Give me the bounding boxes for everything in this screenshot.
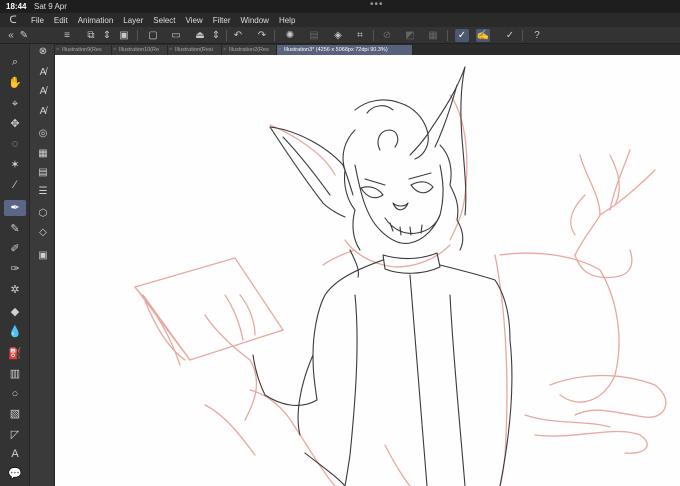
eraser-icon[interactable]: ◆ xyxy=(4,304,26,320)
menu-help[interactable]: Help xyxy=(274,16,300,25)
help-icon[interactable]: ? xyxy=(530,29,544,42)
redo-icon[interactable]: ↷ xyxy=(255,29,269,42)
layer-stack-icon[interactable]: ◇ xyxy=(34,225,52,241)
close-icon[interactable]: × xyxy=(278,45,281,55)
open-folder-icon[interactable]: ▭ xyxy=(169,29,183,42)
pen-indicator-icon: ✎ xyxy=(19,30,29,41)
deselect-icon[interactable]: ⊘ xyxy=(380,29,394,42)
ruler-tool-icon[interactable]: ◸ xyxy=(4,427,26,443)
menu-filter[interactable]: Filter xyxy=(208,16,236,25)
move-icon[interactable]: ✥ xyxy=(4,116,26,132)
close-icon[interactable]: × xyxy=(113,45,116,55)
command-bar: « ✎ ≡ ⧉ ⇕ ▣ ▢ ▭ ⏏ ⇕ ↶ ↷ ✺ ▤ ◈ ⌗ ⊘ ◩ ▦ ✓ … xyxy=(0,27,680,44)
crop-icon[interactable]: ⌗ xyxy=(353,29,367,42)
chevrons-icon[interactable]: ⇕ xyxy=(209,29,223,42)
layer-icon[interactable]: ▦ xyxy=(34,146,52,162)
selection-icon[interactable]: ▦ xyxy=(426,29,440,42)
pen-tool-icon[interactable]: ✒ xyxy=(4,200,26,216)
airbrush-icon[interactable]: ✑ xyxy=(4,261,26,277)
new-canvas-icon[interactable]: ⧉ xyxy=(84,29,98,42)
drawing-canvas[interactable] xyxy=(55,55,680,486)
pen-sub-icon-2[interactable]: A̸ xyxy=(34,84,52,100)
undo-icon[interactable]: ↶ xyxy=(231,29,245,42)
menu-window[interactable]: Window xyxy=(236,16,274,25)
new-file-icon[interactable]: ▢ xyxy=(146,29,160,42)
clear-icon[interactable]: ▤ xyxy=(307,29,321,42)
tab-illustration3[interactable]: × Illustration3* (4256 x 5068px 72dpi 90.… xyxy=(277,45,413,55)
stroke-smooth-icon[interactable]: ✍ xyxy=(476,29,490,42)
decoration-icon[interactable]: ✲ xyxy=(4,282,26,298)
lasso-icon[interactable]: ◌ xyxy=(4,136,26,152)
tab-illustration9[interactable]: × Illustration9(Res xyxy=(55,45,112,55)
eyedropper-icon[interactable]: ⁄ xyxy=(4,177,26,193)
text-icon[interactable]: A xyxy=(4,446,26,462)
material-icon[interactable]: ☰ xyxy=(34,184,52,200)
tab-illustration[interactable]: × Illustration(Resi xyxy=(168,45,222,55)
stroke-correction-icon[interactable]: ✓ xyxy=(455,29,469,42)
tab-illustration10[interactable]: × Illustration10(Re xyxy=(112,45,168,55)
menu-edit[interactable]: Edit xyxy=(49,16,73,25)
close-icon[interactable]: × xyxy=(56,45,59,55)
pencil-icon[interactable]: ✎ xyxy=(4,221,26,237)
lineart-layer xyxy=(252,66,513,486)
date: Sat 9 Apr xyxy=(34,2,67,11)
clock: 18:44 xyxy=(6,2,27,11)
ruler-icon[interactable]: ✓ xyxy=(503,29,517,42)
close-icon[interactable]: × xyxy=(169,45,172,55)
layer-property-icon[interactable]: ◎ xyxy=(34,126,52,142)
invert-icon[interactable]: ◩ xyxy=(403,29,417,42)
figure-icon[interactable]: ○ xyxy=(4,386,26,402)
spinner-icon[interactable]: ✺ xyxy=(283,29,297,42)
gallery-icon[interactable]: ▣ xyxy=(117,29,131,42)
hand-icon[interactable]: ✋ xyxy=(4,75,26,91)
tool-palette: ⌕ ✋ ⌖ ✥ ◌ ✶ ⁄ ✒ ✎ ✐ ✑ ✲ ◆ 💧 ⛽ ▥ ○ ▧ ◸ A … xyxy=(0,44,30,486)
balloon-icon[interactable]: 💬 xyxy=(4,466,26,482)
panel-toggle-icon[interactable]: « xyxy=(4,29,18,42)
history-icon[interactable]: ▣ xyxy=(34,248,52,264)
3d-icon[interactable]: ⬡ xyxy=(34,206,52,222)
sub-tool-menu-icon[interactable]: ⊗ xyxy=(34,44,52,60)
document-tabs: × Illustration9(Res × Illustration10(Re × I… xyxy=(55,44,680,55)
status-bar: 18:44 Sat 9 Apr ••• xyxy=(0,0,680,13)
gradient-icon[interactable]: ▥ xyxy=(4,366,26,382)
sub-tool-palette: ⊗ A̸ A̸ A̸ ◎ ▦ ▤ ☰ ⬡ ◇ ▣ xyxy=(30,44,55,486)
tab-illustration2[interactable]: × Illustration2(Res xyxy=(222,45,277,55)
menu-layer[interactable]: Layer xyxy=(118,16,148,25)
sketch-layer xyxy=(133,94,667,486)
menu-bar: ᑕ File Edit Animation Layer Select View … xyxy=(0,13,680,27)
frame-icon[interactable]: ▧ xyxy=(4,406,26,422)
sketch-artwork xyxy=(133,66,667,486)
fill-bucket-icon[interactable]: ⛽ xyxy=(4,346,26,362)
fill-icon[interactable]: ◈ xyxy=(331,29,345,42)
blend-icon[interactable]: 💧 xyxy=(4,324,26,340)
menu-file[interactable]: File xyxy=(26,16,49,25)
close-icon[interactable]: × xyxy=(223,45,226,55)
menu-view[interactable]: View xyxy=(181,16,208,25)
multitask-dots[interactable]: ••• xyxy=(370,0,384,10)
save-icon[interactable]: ⏏ xyxy=(193,29,207,42)
magic-wand-icon[interactable]: ✶ xyxy=(4,157,26,173)
operation-icon[interactable]: ⌖ xyxy=(4,96,26,112)
brush-icon[interactable]: ✐ xyxy=(4,241,26,257)
app-logo-icon[interactable]: ᑕ xyxy=(0,15,26,26)
menu-animation[interactable]: Animation xyxy=(73,16,119,25)
chevrons-icon[interactable]: ⇕ xyxy=(100,29,114,42)
pen-sub-icon-1[interactable]: A̸ xyxy=(34,65,52,81)
zoom-icon[interactable]: ⌕ xyxy=(4,54,26,70)
pen-sub-icon-3[interactable]: A̸ xyxy=(34,104,52,120)
layer-list-icon[interactable]: ▤ xyxy=(34,165,52,181)
menu-select[interactable]: Select xyxy=(148,16,180,25)
hamburger-menu-icon[interactable]: ≡ xyxy=(60,29,74,42)
